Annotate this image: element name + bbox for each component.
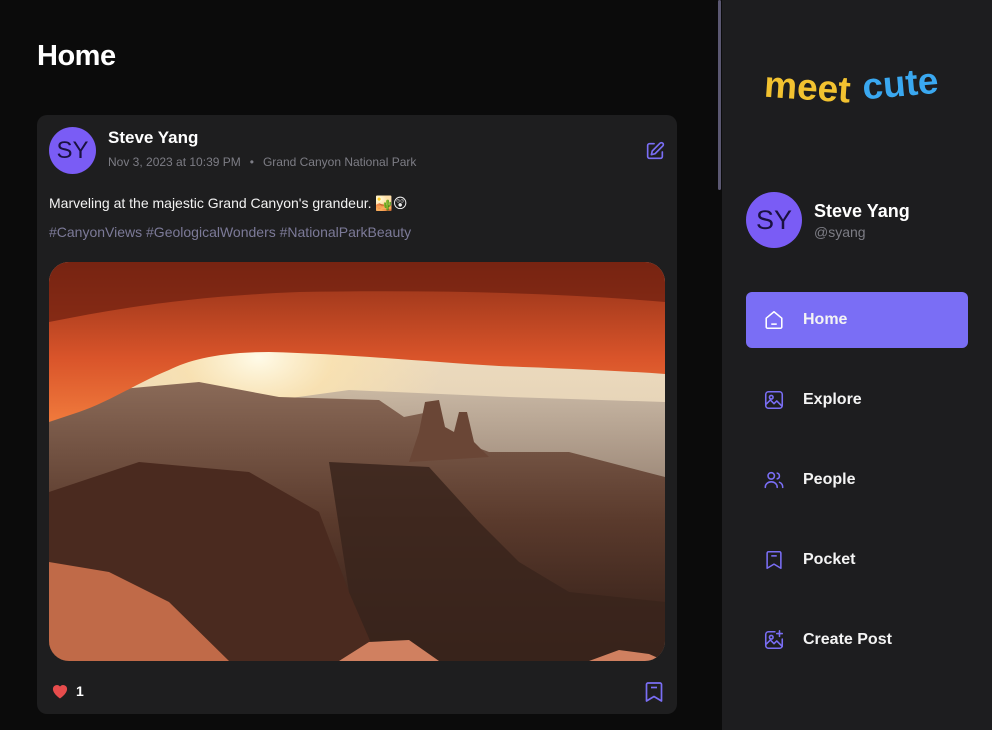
feed-scrollbar[interactable] (718, 0, 721, 190)
edit-icon (646, 141, 665, 160)
sidebar-nav: Home Explore People Pocket Create Post (746, 292, 968, 692)
page-title: Home (37, 40, 116, 72)
post-image[interactable] (49, 262, 665, 661)
logo-wordmark: meet cute (763, 60, 940, 111)
nav-item-home[interactable]: Home (746, 292, 968, 348)
main-feed: Home SY Steve Yang Nov 3, 2023 at 10:39 … (0, 0, 720, 730)
nav-label-create-post: Create Post (803, 631, 892, 648)
image-icon (763, 389, 785, 411)
nav-label-people: People (803, 471, 856, 488)
logo-meet: meet (763, 64, 852, 111)
people-icon (763, 469, 785, 491)
nav-label-explore: Explore (803, 391, 862, 408)
post-card: SY Steve Yang Nov 3, 2023 at 10:39 PM • … (37, 115, 677, 714)
profile-handle: @syang (814, 224, 866, 240)
image-add-icon (763, 629, 785, 651)
post-meta: Nov 3, 2023 at 10:39 PM • Grand Canyon N… (108, 155, 416, 169)
post-hashtags[interactable]: #CanyonViews #GeologicalWonders #Nationa… (49, 224, 411, 240)
logo-cute: cute (861, 62, 940, 107)
like-count: 1 (76, 683, 84, 699)
post-date: Nov 3, 2023 at 10:39 PM (108, 155, 241, 169)
post-location: Grand Canyon National Park (262, 155, 417, 169)
profile-avatar[interactable]: SY (746, 192, 802, 248)
profile-name[interactable]: Steve Yang (814, 201, 910, 222)
meta-separator: • (249, 155, 254, 169)
heart-icon (52, 685, 68, 699)
bookmark-icon (645, 682, 663, 702)
nav-label-pocket: Pocket (803, 551, 856, 568)
sidebar: meet cute SY Steve Yang @syang Home Expl… (722, 0, 992, 730)
home-icon (763, 309, 785, 331)
author-name[interactable]: Steve Yang (108, 128, 198, 148)
post-caption: Marveling at the majestic Grand Canyon's… (49, 195, 408, 211)
nav-item-people[interactable]: People (746, 452, 968, 508)
bookmark-icon (763, 549, 785, 571)
nav-label-home: Home (803, 311, 848, 328)
meetcute-logo[interactable]: meet cute (762, 60, 952, 122)
save-post-button[interactable] (644, 681, 664, 703)
edit-post-button[interactable] (644, 140, 666, 162)
nav-item-explore[interactable]: Explore (746, 372, 968, 428)
nav-item-create-post[interactable]: Create Post (746, 612, 968, 668)
nav-item-pocket[interactable]: Pocket (746, 532, 968, 588)
author-avatar[interactable]: SY (49, 127, 96, 174)
like-button[interactable] (50, 681, 70, 701)
